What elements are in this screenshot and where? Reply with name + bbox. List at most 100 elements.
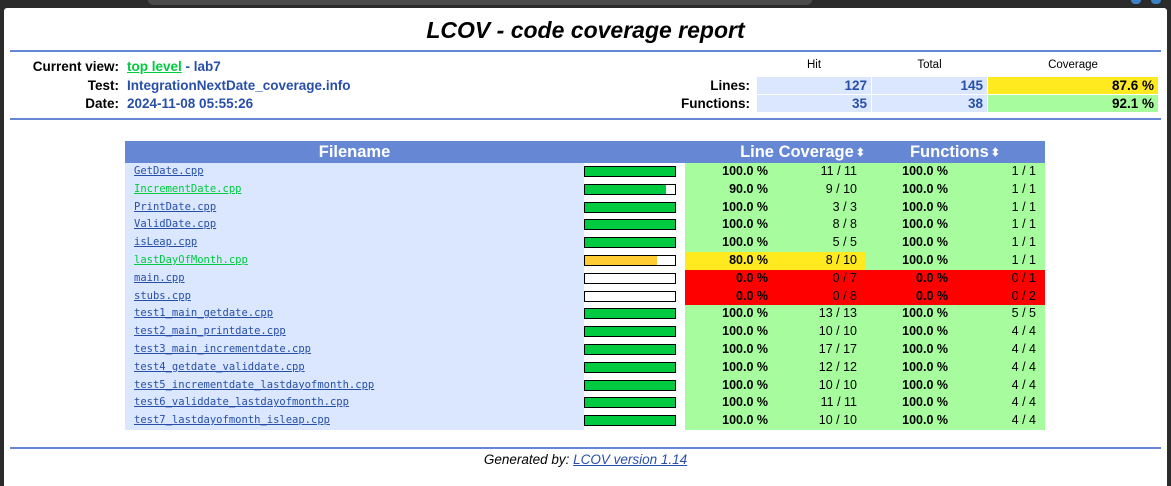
sort-arrows-icon[interactable]: ⬍ [991, 146, 1000, 159]
table-header-row: Filename Line Coverage ⬍ Functions ⬍ [125, 141, 1045, 163]
lcov-version-link[interactable]: LCOV version 1.14 [573, 452, 687, 467]
line-coverage-percent: 100.0 % [685, 305, 771, 324]
line-coverage-hits: 9 / 10 [771, 180, 865, 199]
coverage-bar-cell [584, 198, 685, 217]
filename-header: Filename [318, 143, 391, 161]
table-row: GetDate.cpp 100.0 % 11 / 11 100.0 % 1 / 1 [125, 163, 1045, 181]
filename-cell: isLeap.cpp [125, 234, 584, 252]
file-link[interactable]: test3_main_incrementdate.cpp [134, 343, 311, 355]
table-row: test1_main_getdate.cpp 100.0 % 13 / 13 100.… [125, 305, 1045, 324]
function-coverage-hits: 1 / 1 [951, 234, 1045, 252]
table-row: main.cpp 0.0 % 0 / 7 0.0 % 0 / 1 [125, 269, 1045, 288]
file-link[interactable]: test5_incrementdate_lastdayofmonth.cpp [134, 379, 374, 391]
function-coverage-percent: 100.0 % [865, 163, 951, 181]
filename-cell: ValidDate.cpp [125, 216, 584, 235]
view-name: lab7 [193, 59, 221, 74]
coverage-bar [584, 308, 676, 320]
line-coverage-hits: 10 / 10 [771, 323, 865, 341]
line-coverage-percent: 80.0 % [685, 251, 771, 270]
coverage-bar-cell [584, 163, 685, 181]
file-link[interactable]: stubs.cpp [134, 290, 191, 302]
coverage-bar-fill [585, 309, 675, 319]
line-coverage-percent: 100.0 % [685, 376, 771, 395]
coverage-bar-cell [584, 340, 685, 359]
file-link[interactable]: test7_lastdayofmonth_isleap.cpp [134, 414, 330, 426]
coverage-bar [584, 397, 676, 409]
test-label: Test: [87, 78, 119, 93]
coverage-bar-cell [584, 394, 685, 413]
function-coverage-percent: 100.0 % [865, 216, 951, 235]
line-coverage-header[interactable]: Line Coverage ⬍ [584, 143, 865, 162]
file-link[interactable]: ValidDate.cpp [134, 218, 216, 230]
table-body: GetDate.cpp 100.0 % 11 / 11 100.0 % 1 / 1 Inc… [125, 163, 1045, 430]
line-coverage-hits: 3 / 3 [771, 198, 865, 217]
divider-bottom [10, 447, 1161, 449]
file-link[interactable]: GetDate.cpp [134, 165, 204, 177]
coverage-bar-fill [585, 398, 675, 408]
function-coverage-percent: 100.0 % [865, 198, 951, 217]
line-coverage-hits: 8 / 10 [771, 251, 865, 270]
summary-functions-label: Functions: [681, 96, 750, 111]
top-level-link[interactable]: top level [127, 59, 182, 74]
filename-cell: test1_main_getdate.cpp [125, 305, 584, 324]
coverage-bar [584, 326, 676, 338]
function-coverage-hits: 4 / 4 [951, 340, 1045, 359]
function-coverage-percent: 0.0 % [865, 287, 951, 306]
file-link[interactable]: test2_main_printdate.cpp [134, 325, 286, 337]
coverage-bar-cell [584, 251, 685, 270]
filename-cell: PrintDate.cpp [125, 198, 584, 217]
coverage-bar-cell [584, 323, 685, 341]
filename-cell: test2_main_printdate.cpp [125, 323, 584, 341]
file-link[interactable]: isLeap.cpp [134, 236, 197, 248]
report-page: LCOV - code coverage report Current view… [4, 8, 1167, 486]
coverage-bar-fill [585, 344, 675, 354]
filename-cell: stubs.cpp [125, 287, 584, 306]
table-row: test6_validdate_lastdayofmonth.cpp 100.0 … [125, 394, 1045, 413]
line-coverage-hits: 0 / 7 [771, 269, 865, 288]
coverage-bar [584, 379, 676, 391]
file-link[interactable]: test6_validdate_lastdayofmonth.cpp [134, 396, 349, 408]
coverage-bar [584, 201, 676, 213]
function-coverage-hits: 4 / 4 [951, 358, 1045, 377]
file-link[interactable]: test1_main_getdate.cpp [134, 307, 273, 319]
line-coverage-percent: 100.0 % [685, 340, 771, 359]
line-coverage-percent: 100.0 % [685, 358, 771, 377]
table-row: lastDayOfMonth.cpp 80.0 % 8 / 10 100.0 % 1 /… [125, 251, 1045, 270]
coverage-bar-fill [585, 380, 675, 390]
line-coverage-hits: 11 / 11 [771, 163, 865, 181]
line-coverage-hits: 17 / 17 [771, 340, 865, 359]
coverage-bar [584, 237, 676, 249]
divider-top [10, 50, 1161, 52]
function-coverage-hits: 5 / 5 [951, 305, 1045, 324]
line-coverage-percent: 100.0 % [685, 198, 771, 217]
file-link[interactable]: lastDayOfMonth.cpp [134, 254, 248, 266]
filename-cell: test5_incrementdate_lastdayofmonth.cpp [125, 376, 584, 395]
table-row: test7_lastdayofmonth_isleap.cpp 100.0 % 10… [125, 412, 1045, 430]
file-coverage-table: Filename Line Coverage ⬍ Functions ⬍ GetDa… [125, 141, 1045, 430]
coverage-bar-cell [584, 216, 685, 235]
sort-arrows-icon[interactable]: ⬍ [856, 146, 865, 159]
file-link[interactable]: PrintDate.cpp [134, 201, 216, 213]
function-coverage-hits: 1 / 1 [951, 198, 1045, 217]
line-coverage-percent: 100.0 % [685, 323, 771, 341]
summary-total-header: Total [917, 59, 942, 71]
filename-cell: test7_lastdayofmonth_isleap.cpp [125, 412, 584, 430]
file-link[interactable]: main.cpp [134, 272, 185, 284]
line-coverage-hits: 11 / 11 [771, 394, 865, 413]
function-coverage-percent: 100.0 % [865, 358, 951, 377]
summary-lines-coverage: 87.6 % [988, 77, 1158, 94]
coverage-bar-fill [585, 202, 675, 212]
line-coverage-hits: 5 / 5 [771, 234, 865, 252]
summary-functions-coverage: 92.1 % [988, 95, 1158, 112]
summary-lines-total: 145 [872, 77, 987, 94]
coverage-bar-cell [584, 358, 685, 377]
functions-header[interactable]: Functions ⬍ [865, 143, 1045, 162]
coverage-bar [584, 183, 676, 195]
coverage-bar-cell [584, 180, 685, 199]
filename-cell: test6_validdate_lastdayofmonth.cpp [125, 394, 584, 413]
table-row: test2_main_printdate.cpp 100.0 % 10 / 10 10… [125, 323, 1045, 341]
line-coverage-percent: 100.0 % [685, 234, 771, 252]
file-link[interactable]: IncrementDate.cpp [134, 183, 241, 195]
file-link[interactable]: test4_getdate_validdate.cpp [134, 361, 305, 373]
function-coverage-percent: 100.0 % [865, 305, 951, 324]
